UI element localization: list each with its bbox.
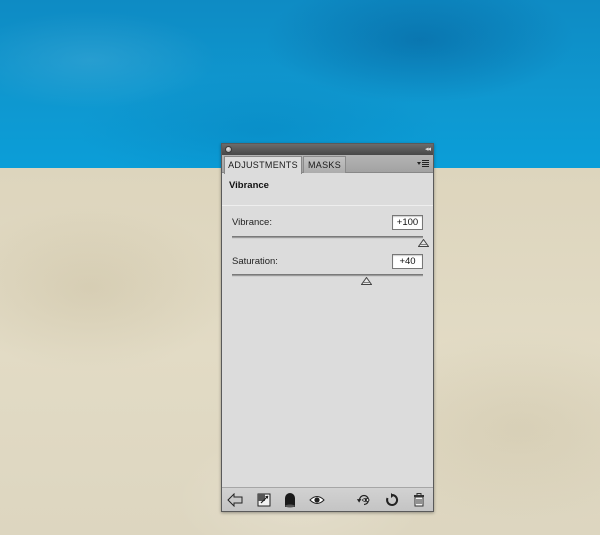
toggle-visibility-icon[interactable] <box>356 492 372 508</box>
view-previous-eye-icon[interactable] <box>309 492 325 508</box>
saturation-slider-track[interactable] <box>232 274 423 277</box>
clip-to-layer-icon[interactable] <box>256 492 272 508</box>
saturation-label: Saturation: <box>232 256 278 267</box>
adjustment-title: Vibrance <box>229 180 269 191</box>
panel-titlebar[interactable]: ◂◂ <box>222 144 433 155</box>
adjustments-panel: ◂◂ ADJUSTMENTS MASKS Vibrance Vibrance: … <box>221 143 434 512</box>
return-arrow-icon[interactable] <box>227 492 243 508</box>
saturation-value-field[interactable]: +40 <box>392 254 423 269</box>
tab-bar: ADJUSTMENTS MASKS <box>222 155 433 174</box>
close-dot-icon[interactable] <box>225 146 232 153</box>
tab-masks[interactable]: MASKS <box>303 156 346 173</box>
layer-visibility-shape-icon[interactable] <box>282 492 298 508</box>
double-chevron-right-icon[interactable]: ◂◂ <box>425 144 431 155</box>
tab-adjustments[interactable]: ADJUSTMENTS <box>224 156 302 174</box>
panel-menu-icon[interactable] <box>417 159 429 168</box>
reset-icon[interactable] <box>384 492 400 508</box>
vibrance-slider-track[interactable] <box>232 236 423 239</box>
vibrance-value-field[interactable]: +100 <box>392 215 423 230</box>
vibrance-label: Vibrance: <box>232 217 272 228</box>
saturation-slider-thumb[interactable] <box>360 277 372 285</box>
trash-icon[interactable] <box>411 492 427 508</box>
vibrance-slider-thumb[interactable] <box>418 239 429 247</box>
panel-footer <box>222 487 433 511</box>
divider <box>222 205 433 206</box>
